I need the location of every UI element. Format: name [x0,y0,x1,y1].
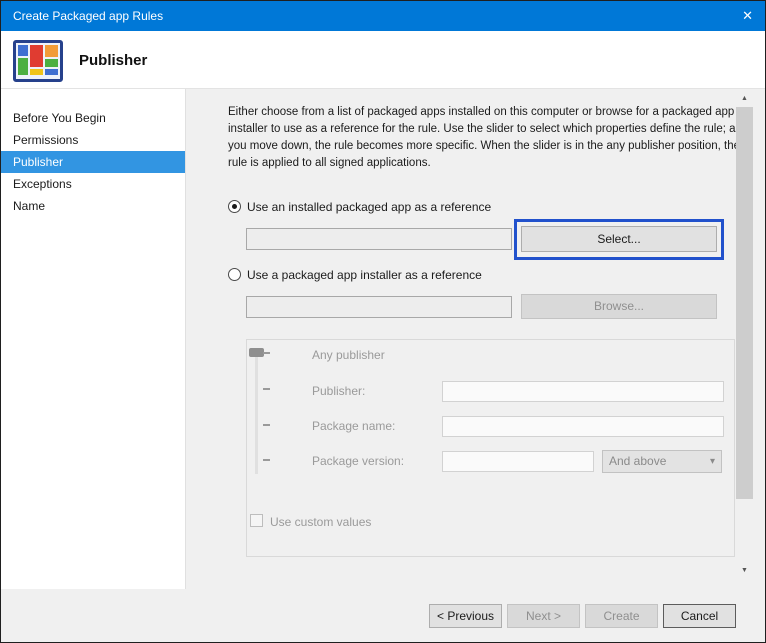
installer-radio-label[interactable]: Use a packaged app installer as a refere… [247,268,482,282]
publisher-input [442,381,724,402]
packaged-app-icon [13,40,63,82]
package-name-input [442,416,724,437]
create-button[interactable]: Create [585,604,658,628]
sidebar-item-permissions[interactable]: Permissions [1,129,185,151]
browse-button[interactable]: Browse... [521,294,717,319]
main-panel: Either choose from a list of packaged ap… [186,89,765,589]
slider-tick [263,459,270,461]
window-title: Create Packaged app Rules [13,9,163,23]
icon-tile [18,45,28,56]
vertical-scrollbar[interactable]: ▲ ▼ [736,90,753,579]
installed-app-input[interactable] [246,228,512,250]
wizard-steps-sidebar: Before You Begin Permissions Publisher E… [1,89,186,589]
slider-tick [263,388,270,390]
any-publisher-label: Any publisher [312,348,385,362]
sidebar-item-name[interactable]: Name [1,195,185,217]
installer-input[interactable] [246,296,512,318]
intro-text: Either choose from a list of packaged ap… [228,104,744,172]
sidebar-item-exceptions[interactable]: Exceptions [1,173,185,195]
icon-tile [30,69,43,75]
package-version-label: Package version: [312,454,404,468]
chevron-down-icon: ▾ [710,451,715,472]
wizard-header: Publisher [1,31,765,89]
installer-radio[interactable] [228,268,241,281]
icon-tile [30,45,43,67]
select-button[interactable]: Select... [521,226,717,252]
scroll-up-icon[interactable]: ▲ [736,90,753,107]
icon-tile [18,58,28,75]
titlebar: Create Packaged app Rules ✕ [1,1,765,31]
previous-button[interactable]: < Previous [429,604,502,628]
scope-slider-thumb[interactable] [249,348,264,357]
slider-tick [263,424,270,426]
package-name-label: Package name: [312,419,395,433]
create-packaged-app-rules-window: Create Packaged app Rules ✕ Publisher Be… [0,0,766,643]
installed-app-radio[interactable] [228,200,241,213]
sidebar-item-before-you-begin[interactable]: Before You Begin [1,107,185,129]
installed-app-radio-label[interactable]: Use an installed packaged app as a refer… [247,200,491,214]
scrollbar-thumb[interactable] [736,107,753,499]
rule-scope-group: Any publisher Publisher: Package name: P… [246,339,735,557]
icon-tile [45,69,58,75]
use-custom-values-checkbox [250,514,263,527]
sidebar-item-publisher[interactable]: Publisher [1,151,185,173]
footer-bar: < Previous Next > Create Cancel [1,589,765,642]
use-custom-values-label: Use custom values [270,515,371,529]
slider-tick [263,352,270,354]
scroll-down-icon[interactable]: ▼ [736,562,753,579]
icon-tile [45,45,58,57]
cancel-button[interactable]: Cancel [663,604,736,628]
scope-slider-track [255,352,258,474]
close-icon[interactable]: ✕ [742,8,753,24]
package-version-input [442,451,594,472]
publisher-field-label: Publisher: [312,384,365,398]
next-button[interactable]: Next > [507,604,580,628]
icon-tile [45,59,58,67]
page-title: Publisher [79,52,147,69]
version-mode-dropdown: And above ▾ [602,450,722,473]
version-mode-value: And above [609,454,666,468]
